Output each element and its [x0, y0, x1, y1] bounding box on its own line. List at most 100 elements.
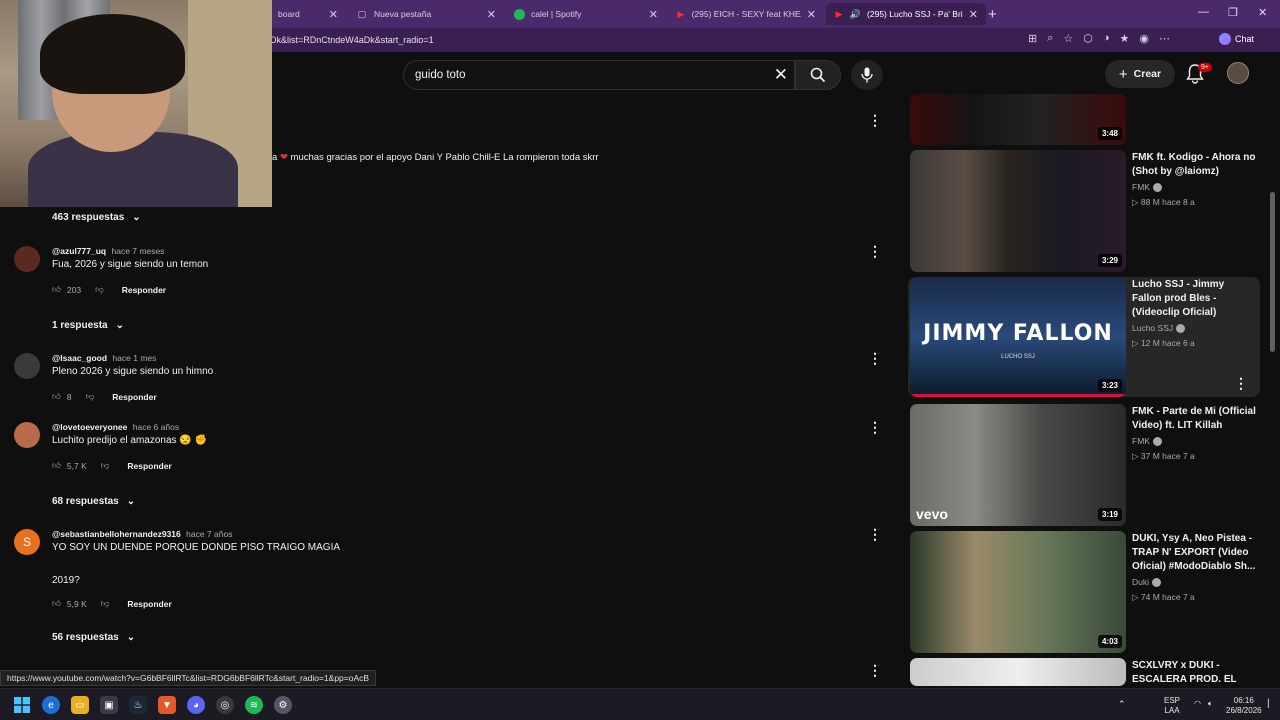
- video-thumbnail[interactable]: [910, 658, 1126, 686]
- search-box[interactable]: guido toto ✕: [403, 60, 795, 90]
- avatar[interactable]: [14, 353, 40, 379]
- scrollbar-thumb[interactable]: [1270, 192, 1275, 352]
- copilot-icon[interactable]: ◑: [1103, 32, 1110, 45]
- comment-menu-icon[interactable]: ⋮: [868, 243, 882, 260]
- reply-button[interactable]: Responder: [122, 285, 166, 295]
- channel-name[interactable]: Lucho SSJ: [1132, 323, 1186, 334]
- avatar[interactable]: [14, 422, 40, 448]
- volume-icon[interactable]: 🔈︎: [1208, 699, 1213, 709]
- comment-menu-icon[interactable]: ⋮: [868, 662, 882, 679]
- search-button[interactable]: [795, 60, 841, 90]
- comment-time[interactable]: hace 7 meses: [112, 246, 165, 256]
- tab-new[interactable]: ▢ Nueva pestaña ✕: [348, 3, 504, 25]
- create-button[interactable]: + Crear: [1105, 60, 1175, 88]
- comment-time[interactable]: hace 7 años: [186, 529, 232, 539]
- tab-spotify[interactable]: calel | Spotify ✕: [506, 3, 666, 25]
- comment-menu-icon[interactable]: ⋮: [868, 112, 882, 129]
- video-thumbnail[interactable]: 3:29: [910, 150, 1126, 272]
- settings-gear-icon[interactable]: ⚙: [274, 696, 292, 714]
- brave-icon[interactable]: ▼: [158, 696, 176, 714]
- close-icon[interactable]: ✕: [649, 8, 658, 21]
- apps-icon[interactable]: ⊞: [1028, 32, 1037, 45]
- recommendation-item[interactable]: 3:48: [910, 94, 1260, 145]
- comment-time[interactable]: hace 1 mes: [112, 353, 156, 363]
- video-title[interactable]: SCXLVRY x DUKI - ESCALERA PROD. EL: [1132, 659, 1256, 686]
- chevron-up-icon[interactable]: ⌃: [1118, 699, 1126, 709]
- comment-menu-icon[interactable]: ⋮: [868, 419, 882, 436]
- video-title[interactable]: FMK ft. Kodigo - Ahora no (Shot by @laio…: [1132, 151, 1256, 179]
- dislike-icon[interactable]: 👎︎: [101, 460, 110, 471]
- minimize-icon[interactable]: —: [1198, 6, 1209, 18]
- url-field[interactable]: Dk&list=RDnCtndeW4aDk&start_radio=1: [270, 35, 434, 45]
- scrollbar[interactable]: [1268, 96, 1278, 686]
- speaker-icon[interactable]: 🔊: [850, 8, 861, 20]
- windows-start-icon[interactable]: [13, 696, 31, 714]
- channel-name[interactable]: FMK: [1132, 182, 1162, 193]
- comment-author[interactable]: @Isaac_good: [52, 353, 107, 363]
- recommendation-item-hovered[interactable]: JIMMY FALLON LUCHO SSJ 3:23 Lucho SSJ - …: [908, 277, 1260, 397]
- recommendation-item[interactable]: SCXLVRY x DUKI - ESCALERA PROD. EL: [910, 658, 1260, 686]
- comment-author[interactable]: @lovetoeveryonee: [52, 422, 127, 432]
- replies-toggle[interactable]: 1 respuesta ⌄: [52, 320, 124, 331]
- like-icon[interactable]: 👍︎: [52, 284, 61, 295]
- recommendation-item[interactable]: 3:29 FMK ft. Kodigo - Ahora no (Shot by …: [910, 150, 1260, 272]
- video-title[interactable]: Lucho SSJ - Jimmy Fallon prod Bles - (Vi…: [1132, 278, 1256, 320]
- favorites-icon[interactable]: ★: [1120, 32, 1130, 45]
- reply-button[interactable]: Responder: [112, 392, 156, 402]
- like-icon[interactable]: 👍︎: [52, 460, 61, 471]
- steam-icon[interactable]: ♨: [129, 696, 147, 714]
- clock[interactable]: 06:16 26/8/2026: [1226, 696, 1262, 716]
- tab-eich[interactable]: ▶ (295) EICH - SEXY feat KHEA & DU ✕: [668, 3, 824, 25]
- dislike-icon[interactable]: 👎︎: [86, 391, 95, 402]
- chat-button[interactable]: Chat: [1218, 33, 1254, 45]
- search-input[interactable]: guido toto: [415, 69, 466, 81]
- recommendation-item[interactable]: 4:03 DUKI, Ysy A, Neo Pistea - TRAP N' E…: [910, 531, 1260, 653]
- account-avatar[interactable]: [1227, 62, 1249, 84]
- video-thumbnail[interactable]: JIMMY FALLON LUCHO SSJ 3:23: [910, 277, 1126, 397]
- comment-author[interactable]: @azul777_uq: [52, 246, 106, 256]
- favorite-star-icon[interactable]: ☆: [1063, 32, 1073, 45]
- video-title[interactable]: DUKI, Ysy A, Neo Pistea - TRAP N' EXPORT…: [1132, 532, 1256, 574]
- wifi-icon[interactable]: ◠: [1194, 699, 1201, 709]
- video-thumbnail[interactable]: 3:48: [910, 94, 1126, 145]
- replies-toggle[interactable]: 463 respuestas ⌄: [52, 212, 141, 223]
- notifications-icon[interactable]: ▏: [1268, 699, 1274, 709]
- tab-lucho-active[interactable]: ▶ 🔊 (295) Lucho SSJ - Pa' Brillar Ft ✕: [826, 3, 986, 25]
- close-icon[interactable]: ✕: [329, 8, 338, 21]
- more-actions-icon[interactable]: ⋮: [1234, 375, 1248, 392]
- video-thumbnail[interactable]: vevo 3:19: [910, 404, 1126, 526]
- comment-menu-icon[interactable]: ⋮: [868, 350, 882, 367]
- dislike-icon[interactable]: 👎︎: [101, 598, 110, 609]
- channel-name[interactable]: FMK: [1132, 436, 1162, 447]
- tab-board[interactable]: board ✕: [270, 3, 346, 25]
- dislike-icon[interactable]: 👎︎: [95, 284, 104, 295]
- discord-icon[interactable]: ◕: [187, 696, 205, 714]
- comment-author[interactable]: @sebastianbellohernandez9316: [52, 529, 181, 539]
- obs-icon[interactable]: ◎: [216, 696, 234, 714]
- like-icon[interactable]: 👍︎: [52, 598, 61, 609]
- more-icon[interactable]: ⋯: [1159, 32, 1170, 45]
- maximize-icon[interactable]: ❐: [1228, 6, 1238, 19]
- video-thumbnail[interactable]: 4:03: [910, 531, 1126, 653]
- channel-name[interactable]: Duki: [1132, 577, 1162, 588]
- clear-search-icon[interactable]: ✕: [774, 65, 788, 85]
- new-tab-icon[interactable]: +: [988, 6, 997, 23]
- language-indicator[interactable]: ESP LAA: [1164, 696, 1180, 716]
- close-icon[interactable]: ✕: [487, 8, 496, 21]
- reply-button[interactable]: Responder: [127, 461, 171, 471]
- voice-search-button[interactable]: [851, 60, 883, 90]
- comment-time[interactable]: hace 6 años: [133, 422, 179, 432]
- close-window-icon[interactable]: ✕: [1258, 6, 1267, 19]
- close-icon[interactable]: ✕: [807, 8, 816, 21]
- spotify-icon[interactable]: ≋: [245, 696, 263, 714]
- like-icon[interactable]: 👍︎: [52, 391, 61, 402]
- video-title[interactable]: FMK - Parte de Mi (Official Video) ft. L…: [1132, 405, 1256, 433]
- edge-browser-icon[interactable]: e: [42, 696, 60, 714]
- avatar[interactable]: S: [14, 529, 40, 555]
- avatar[interactable]: [14, 246, 40, 272]
- reply-button[interactable]: Responder: [127, 599, 171, 609]
- file-explorer-icon[interactable]: ▭: [71, 696, 89, 714]
- store-icon[interactable]: ▣: [100, 696, 118, 714]
- extension-icon[interactable]: ⬡: [1083, 32, 1093, 45]
- recommendation-item[interactable]: vevo 3:19 FMK - Parte de Mi (Official Vi…: [910, 404, 1260, 526]
